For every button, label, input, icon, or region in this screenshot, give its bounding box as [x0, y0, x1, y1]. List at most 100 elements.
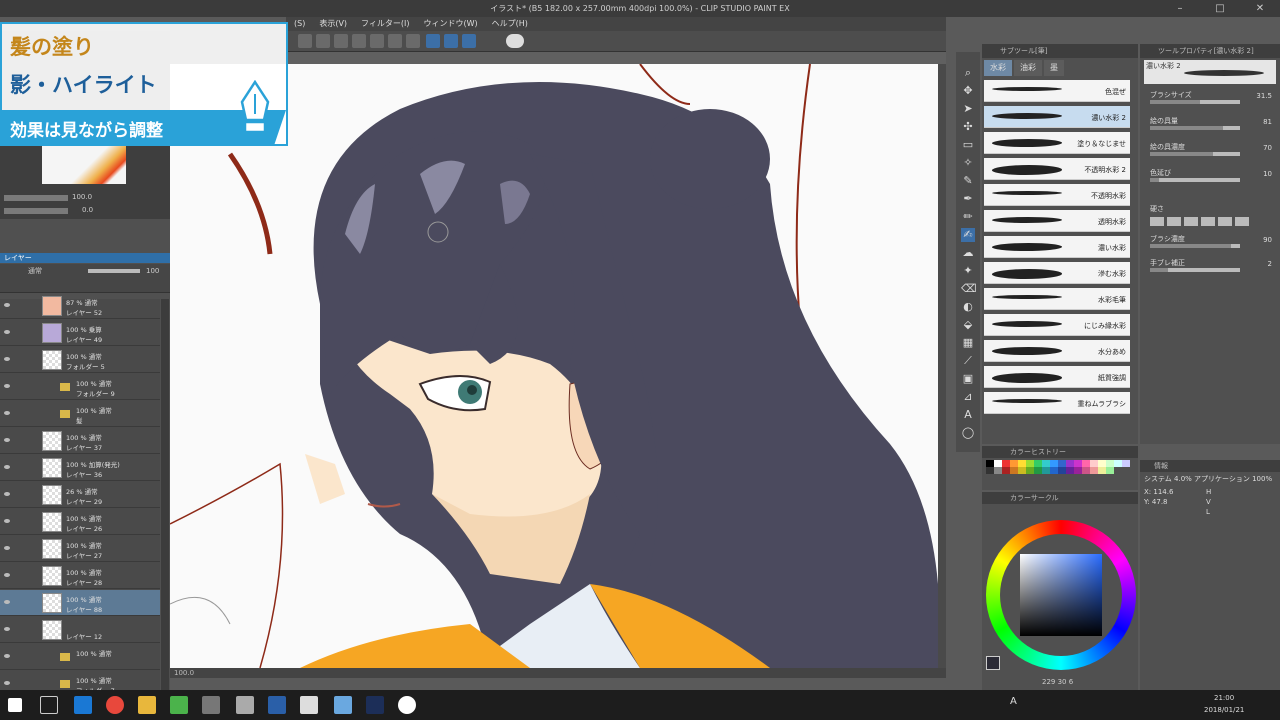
ruler-icon[interactable] [388, 34, 402, 48]
layer-row[interactable]: 100 % 通常 レイヤー 37 [0, 428, 160, 454]
blend-tool-icon[interactable]: ◐ [961, 300, 975, 314]
transform-icon[interactable] [334, 34, 348, 48]
prop-slider[interactable] [1150, 178, 1240, 182]
layer-row[interactable]: 100 % 通常髪 [0, 401, 160, 427]
snap-special-ruler-icon[interactable] [444, 34, 458, 48]
saturation-value-square[interactable] [1020, 554, 1102, 636]
zoom-slider[interactable] [4, 195, 68, 201]
layer-row[interactable]: 100 % 乗算 レイヤー 49 [0, 320, 160, 346]
color-swatch[interactable] [1074, 460, 1082, 467]
menu-select[interactable]: (S) [294, 17, 305, 31]
app-icon-pen[interactable] [202, 696, 220, 714]
brush-tool-icon[interactable]: ✍ [961, 228, 975, 242]
color-swatch[interactable] [1002, 460, 1010, 467]
color-swatch[interactable] [986, 467, 994, 474]
visibility-eye-icon[interactable] [4, 600, 10, 604]
hardness-step[interactable] [1184, 217, 1198, 226]
deselect-icon[interactable] [316, 34, 330, 48]
brush-item[interactable]: 濃い水彩 2 [984, 106, 1130, 128]
brush-item[interactable]: 不透明水彩 2 [984, 158, 1130, 180]
maximize-button[interactable]: □ [1200, 0, 1240, 17]
text-tool-icon[interactable]: A [961, 408, 975, 422]
pen-tool-icon[interactable]: ✒ [961, 192, 975, 206]
current-color-swatch[interactable] [986, 656, 1000, 670]
gradient-tool-icon[interactable]: ▦ [961, 336, 975, 350]
eyedropper-tool-icon[interactable]: ✎ [961, 174, 975, 188]
menu-help[interactable]: ヘルプ(H) [492, 17, 528, 31]
app-icon-green[interactable] [170, 696, 188, 714]
menu-filter[interactable]: フィルター(I) [361, 17, 409, 31]
color-swatch[interactable] [1050, 467, 1058, 474]
color-swatch[interactable] [1042, 467, 1050, 474]
brush-item[interactable]: 滲む水彩 [984, 262, 1130, 284]
hardness-step[interactable] [1150, 217, 1164, 226]
blend-mode-select[interactable]: 通常 100 [0, 264, 170, 278]
prop-slider[interactable] [1150, 100, 1240, 104]
brush-item[interactable]: 塗り＆なじませ [984, 132, 1130, 154]
hardness-step[interactable] [1218, 217, 1232, 226]
visibility-eye-icon[interactable] [4, 303, 10, 307]
brush-item[interactable]: 水分あめ [984, 340, 1130, 362]
photoshop-icon[interactable] [366, 696, 384, 714]
brush-item[interactable]: 紙質強調 [984, 366, 1130, 388]
close-button[interactable]: ✕ [1240, 0, 1280, 17]
prop-stabilization[interactable]: 手ブレ補正 2 [1140, 258, 1280, 280]
move-layer-tool-icon[interactable]: ✣ [961, 120, 975, 134]
layer-row[interactable]: レイヤー 12 [0, 617, 160, 643]
tab-oil[interactable]: 油彩 [1014, 60, 1042, 76]
visibility-eye-icon[interactable] [4, 411, 10, 415]
color-swatch[interactable] [1018, 460, 1026, 467]
color-swatch[interactable] [1098, 460, 1106, 467]
app-icon-gray[interactable] [236, 696, 254, 714]
start-icon[interactable] [8, 698, 22, 712]
zoom-tool-icon[interactable]: ⌕ [961, 66, 975, 80]
chrome-icon[interactable] [106, 696, 124, 714]
visibility-eye-icon[interactable] [4, 573, 10, 577]
snap-grid-icon[interactable] [462, 34, 476, 48]
color-swatch[interactable] [986, 460, 994, 467]
ruler-tool-icon[interactable]: ⊿ [961, 390, 975, 404]
visibility-eye-icon[interactable] [4, 546, 10, 550]
color-swatch[interactable] [1002, 467, 1010, 474]
prop-brush-density[interactable]: ブラシ濃度 90 [1140, 234, 1280, 256]
clock-time[interactable]: 21:00 [1214, 694, 1234, 702]
auto-select-tool-icon[interactable]: ✧ [961, 156, 975, 170]
prop-row[interactable]: 色延び 10 [1140, 168, 1280, 190]
eraser-tool-icon[interactable]: ⌫ [961, 282, 977, 296]
move-tool-icon[interactable]: ✥ [961, 84, 975, 98]
layer-row[interactable]: 100 % 通常 フォルダー 9 [0, 374, 160, 400]
color-swatch[interactable] [1026, 460, 1034, 467]
visibility-eye-icon[interactable] [4, 627, 10, 631]
selection-tool-icon[interactable]: ▭ [961, 138, 975, 152]
balloon-tool-icon[interactable]: ◯ [961, 426, 975, 440]
visibility-eye-icon[interactable] [4, 330, 10, 334]
task-view-icon[interactable] [40, 696, 58, 714]
color-swatch[interactable] [1082, 467, 1090, 474]
airbrush-tool-icon[interactable]: ☁ [961, 246, 975, 260]
minimize-button[interactable]: – [1160, 0, 1200, 17]
operation-tool-icon[interactable]: ➤ [961, 102, 975, 116]
color-swatch[interactable] [1058, 460, 1066, 467]
hardness-step[interactable] [1235, 217, 1249, 226]
brush-item[interactable]: 透明水彩 [984, 210, 1130, 232]
prop-slider[interactable] [1150, 244, 1240, 248]
brush-item[interactable]: にじみ縁水彩 [984, 314, 1130, 336]
layer-row[interactable]: 100 % 通常 レイヤー 28 [0, 563, 160, 589]
visibility-eye-icon[interactable] [4, 654, 10, 658]
color-swatch[interactable] [1122, 460, 1130, 467]
visibility-eye-icon[interactable] [4, 492, 10, 496]
explorer-icon[interactable] [138, 696, 156, 714]
visibility-eye-icon[interactable] [4, 357, 10, 361]
color-swatch[interactable] [1010, 467, 1018, 474]
clip-studio-taskbar-icon[interactable] [300, 696, 318, 714]
frame-tool-icon[interactable]: ▣ [961, 372, 975, 386]
layer-row[interactable]: 100 % 通常 フォルダー 5 [0, 347, 160, 373]
app-icon-w[interactable] [398, 696, 416, 714]
hardness-selector[interactable] [1150, 217, 1249, 226]
prop-row[interactable]: 絵の具量 81 [1140, 116, 1280, 138]
color-swatch[interactable] [1090, 460, 1098, 467]
layer-row[interactable]: 100 % 加算(発光) レイヤー 36 [0, 455, 160, 481]
color-swatch[interactable] [1042, 460, 1050, 467]
layer-row[interactable]: 26 % 通常 レイヤー 29 [0, 482, 160, 508]
color-swatch[interactable] [994, 460, 1002, 467]
